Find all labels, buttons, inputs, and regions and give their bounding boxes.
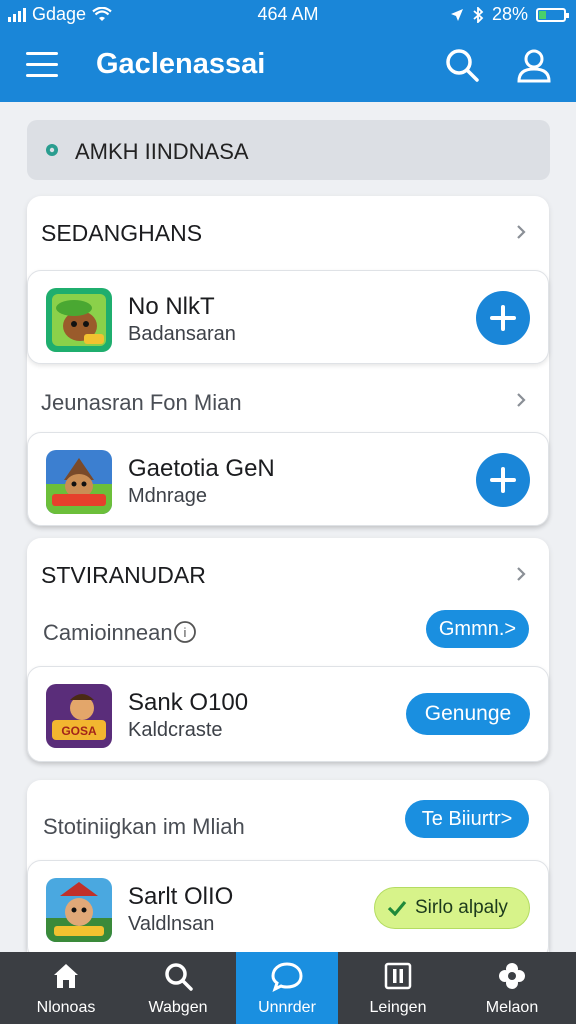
subsection-row[interactable]: Jeunasran Fon Mian xyxy=(27,374,549,434)
location-text: AMKH IINDNASA xyxy=(75,139,249,164)
app-list-item[interactable]: GOSA Sank O100 Kaldcraste Genunge xyxy=(27,666,549,762)
status-bar: Gdage 464 AM 28% xyxy=(0,0,576,28)
svg-text:GOSA: GOSA xyxy=(61,724,97,738)
section-header-row[interactable]: STVIRANUDAR xyxy=(27,538,549,610)
tab-updates[interactable]: Unnrder xyxy=(236,952,338,1024)
location-arrow-icon xyxy=(450,8,463,21)
tab-label: Nlonoas xyxy=(36,999,96,1016)
search-button[interactable] xyxy=(442,45,482,85)
subsection-row: Stotiniigkan im Mliah Te Biiurtr> xyxy=(27,800,549,850)
home-icon xyxy=(54,964,78,988)
checkmark-icon xyxy=(387,900,407,916)
app-icon: GOSA xyxy=(46,684,112,748)
app-developer: Valdlnsan xyxy=(128,913,215,935)
see-more-button[interactable]: Gmmn.> xyxy=(426,610,529,648)
add-button[interactable] xyxy=(476,291,530,345)
battery-percent: 28% xyxy=(491,4,528,24)
tab-more[interactable]: Melaon xyxy=(461,952,563,1024)
section-card-3: Stotiniigkan im Mliah Te Biiurtr> Sarlt … xyxy=(27,780,549,960)
app-icon xyxy=(46,878,112,942)
app-list-item[interactable]: Gaetotia GeN Mdnrage xyxy=(27,432,549,526)
section-card-2: STVIRANUDAR Camioinnean i Gmmn.> GOSA Sa… xyxy=(27,538,549,762)
installed-badge-label: Sirlo alpaly xyxy=(415,897,508,918)
chevron-right-icon xyxy=(517,225,526,239)
app-icon xyxy=(46,450,112,514)
app-list-item[interactable]: No NlkT Badansaran xyxy=(27,270,549,364)
subsection-row: Camioinnean i Gmmn.> xyxy=(27,610,549,660)
app-name: Gaetotia GeN xyxy=(128,455,275,482)
user-icon xyxy=(517,49,551,83)
tab-label: Wabgen xyxy=(148,999,208,1016)
hamburger-icon[interactable] xyxy=(26,52,58,78)
search-icon xyxy=(446,49,479,82)
subsection-title: Stotiniigkan im Mliah xyxy=(43,814,245,839)
section-title: STVIRANUDAR xyxy=(41,562,206,588)
tab-label: Unnrder xyxy=(258,999,316,1016)
app-developer: Kaldcraste xyxy=(128,719,223,741)
app-developer: Badansaran xyxy=(128,323,236,345)
library-icon xyxy=(384,962,412,990)
installed-badge[interactable]: Sirlo alpaly xyxy=(374,887,530,929)
flower-icon xyxy=(499,963,525,989)
tab-label: Leingen xyxy=(369,999,427,1016)
app-name: Sank O100 xyxy=(128,689,249,716)
info-circle-icon: i xyxy=(174,621,196,643)
location-search-bar[interactable]: AMKH IINDNASA xyxy=(27,120,550,180)
add-button[interactable] xyxy=(476,453,530,507)
subsection-title: Camioinnean xyxy=(43,620,173,645)
tab-home[interactable]: Nlonoas xyxy=(15,952,117,1024)
battery-icon xyxy=(536,7,569,22)
profile-button[interactable] xyxy=(514,45,554,85)
app-title: Gaclenassai xyxy=(96,48,266,80)
bottom-navigation: Nlonoas Wabgen Unnrder Leingen Melaon xyxy=(0,952,576,1024)
app-name: Sarlt OlIO xyxy=(128,883,234,910)
section-title: SEDANGHANS xyxy=(41,220,203,246)
section-card-1: SEDANGHANS No NlkT Badansaran Jeunasran … xyxy=(27,196,549,526)
bluetooth-icon xyxy=(473,6,484,23)
app-icon xyxy=(46,288,112,352)
chevron-right-icon xyxy=(517,567,526,581)
tab-library[interactable]: Leingen xyxy=(347,952,449,1024)
subsection-title: Jeunasran Fon Mian xyxy=(41,390,242,415)
section-header-row[interactable]: SEDANGHANS xyxy=(27,196,549,268)
app-developer: Mdnrage xyxy=(128,485,207,507)
app-list-item[interactable]: Sarlt OlIO Valdlnsan Sirlo alpaly xyxy=(27,860,549,960)
clock: 464 AM xyxy=(257,4,319,24)
location-pin-icon xyxy=(46,144,58,156)
app-bar: Gaclenassai xyxy=(0,28,576,102)
chat-bubble-icon xyxy=(271,962,303,992)
chevron-right-icon xyxy=(517,393,526,407)
tab-search[interactable]: Wabgen xyxy=(127,952,229,1024)
search-icon xyxy=(165,963,193,991)
tab-label: Melaon xyxy=(485,999,539,1016)
get-button[interactable]: Genunge xyxy=(406,693,530,735)
svg-text:i: i xyxy=(184,625,187,640)
see-more-button[interactable]: Te Biiurtr> xyxy=(405,800,529,838)
app-name: No NlkT xyxy=(128,293,215,320)
